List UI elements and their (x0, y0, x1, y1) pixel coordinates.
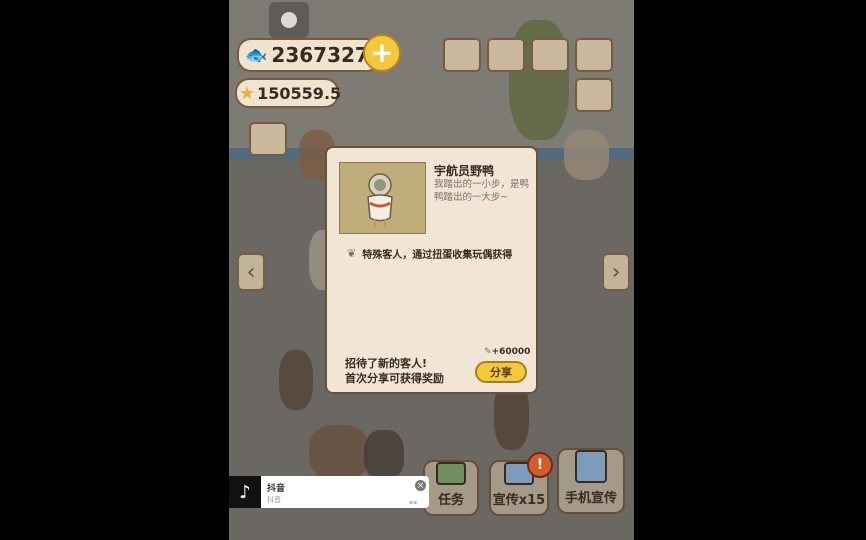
record-button[interactable] (269, 2, 309, 38)
ranking-icon[interactable] (443, 38, 481, 72)
guest-name: 宇航员野鸭 (434, 164, 495, 178)
fish-reward-icon: ✎ (484, 347, 492, 357)
next-arrow-button[interactable]: › (602, 253, 630, 291)
share-reward-value: +60000 (491, 347, 531, 357)
guest-source-text: 特殊客人，通过扭蛋收集玩偶获得 (362, 250, 513, 261)
close-ad-icon[interactable]: × (415, 480, 426, 491)
tasks-label: 任务 (437, 493, 464, 508)
paw-icon: ❦ (347, 247, 357, 260)
ad-banner[interactable]: ♪ 抖音 抖音 × ▪▪ (229, 476, 429, 508)
fish-icon: 🐟 (245, 44, 268, 66)
tiktok-logo-icon: ♪ (229, 476, 261, 508)
share-button[interactable]: 分享 (475, 361, 527, 383)
record-icon (281, 12, 297, 28)
astronaut-duck-icon (340, 163, 425, 233)
ad-sub-text: 抖音 (267, 496, 281, 504)
phone-icon (575, 450, 607, 483)
invite-line-2: 首次分享可获得奖励 (345, 372, 444, 385)
ad-app-name: 抖音 (267, 484, 286, 494)
tasks-button[interactable]: 任务 (423, 460, 479, 516)
guest-info-dialog: 宇航员野鸭 我踏出的一小步，是鸭鸭踏出的一大步~ ❦ 特殊客人，通过扭蛋收集玩偶… (325, 146, 538, 394)
checklist-icon (436, 462, 466, 485)
fish-currency: 🐟 23673271 (237, 38, 383, 72)
star-icon: ★ (239, 82, 256, 104)
share-reward: ✎+60000 (484, 347, 530, 357)
invite-line-1: 招待了新的客人! (345, 357, 428, 370)
star-currency: ★ 150559.5 (235, 78, 342, 108)
camera-icon[interactable] (575, 38, 613, 72)
guest-description: 我踏出的一小步，是鸭鸭踏出的一大步~ (434, 179, 530, 203)
prev-arrow-button[interactable]: ‹ (237, 253, 265, 291)
invite-text: 招待了新的客人! 首次分享可获得奖励 (345, 356, 444, 386)
phone-promote-button[interactable]: 手机宣传 (557, 448, 625, 514)
menu-board-icon[interactable] (575, 78, 613, 112)
ad-mark: ▪▪ (409, 499, 418, 506)
promote-label: 宣传x15 (492, 493, 546, 508)
add-currency-button[interactable]: + (363, 34, 401, 72)
shop-icon[interactable] (249, 122, 287, 156)
phone-promote-label: 手机宣传 (564, 491, 617, 506)
book-icon[interactable] (531, 38, 569, 72)
settings-gear-icon[interactable] (487, 38, 525, 72)
star-currency-value: 150559.5 (257, 83, 342, 103)
guest-portrait (339, 162, 426, 234)
alert-badge-icon: ! (527, 452, 553, 478)
guest-source-info: ❦ 特殊客人，通过扭蛋收集玩偶获得 (347, 246, 512, 261)
